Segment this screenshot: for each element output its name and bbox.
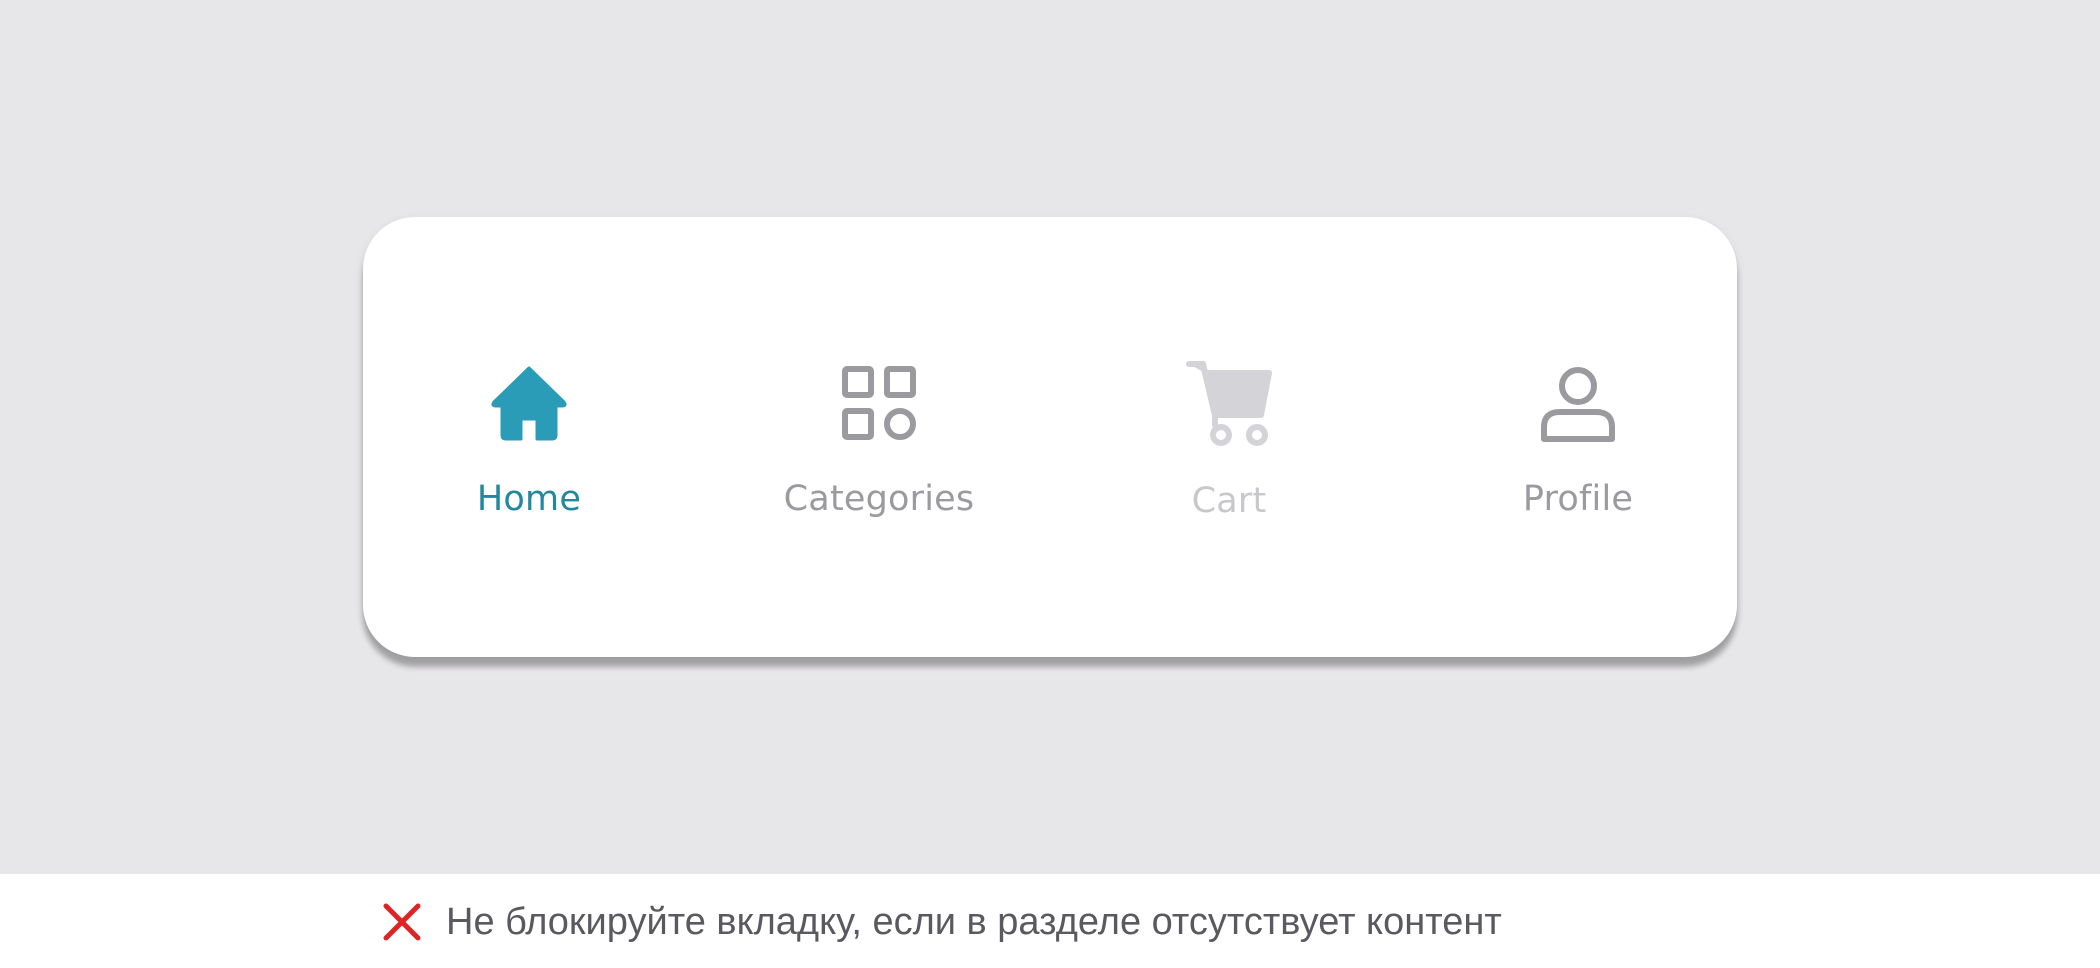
- tab-profile[interactable]: Profile: [1428, 217, 1728, 657]
- bottom-tab-bar: Home Categories Cart Profile: [363, 217, 1737, 657]
- guideline-caption: Не блокируйте вкладку, если в разделе от…: [0, 874, 2100, 968]
- tab-home-label: Home: [476, 479, 582, 519]
- caption-text: Не блокируйте вкладку, если в разделе от…: [446, 900, 1502, 943]
- tab-home[interactable]: Home: [379, 217, 679, 657]
- tab-categories[interactable]: Categories: [729, 217, 1029, 657]
- cart-icon: [1186, 361, 1272, 446]
- tab-profile-label: Profile: [1522, 479, 1634, 519]
- tab-cart[interactable]: Cart: [1079, 217, 1379, 657]
- tab-categories-label: Categories: [783, 479, 975, 519]
- red-x-icon: [383, 903, 421, 941]
- caption-row: Не блокируйте вкладку, если в разделе от…: [380, 894, 1502, 950]
- tab-cart-label: Cart: [1191, 481, 1267, 521]
- person-icon: [1541, 367, 1615, 442]
- grid-icon: [842, 366, 916, 440]
- home-icon: [491, 366, 567, 441]
- canvas-background: Home Categories Cart Profile: [0, 0, 2100, 874]
